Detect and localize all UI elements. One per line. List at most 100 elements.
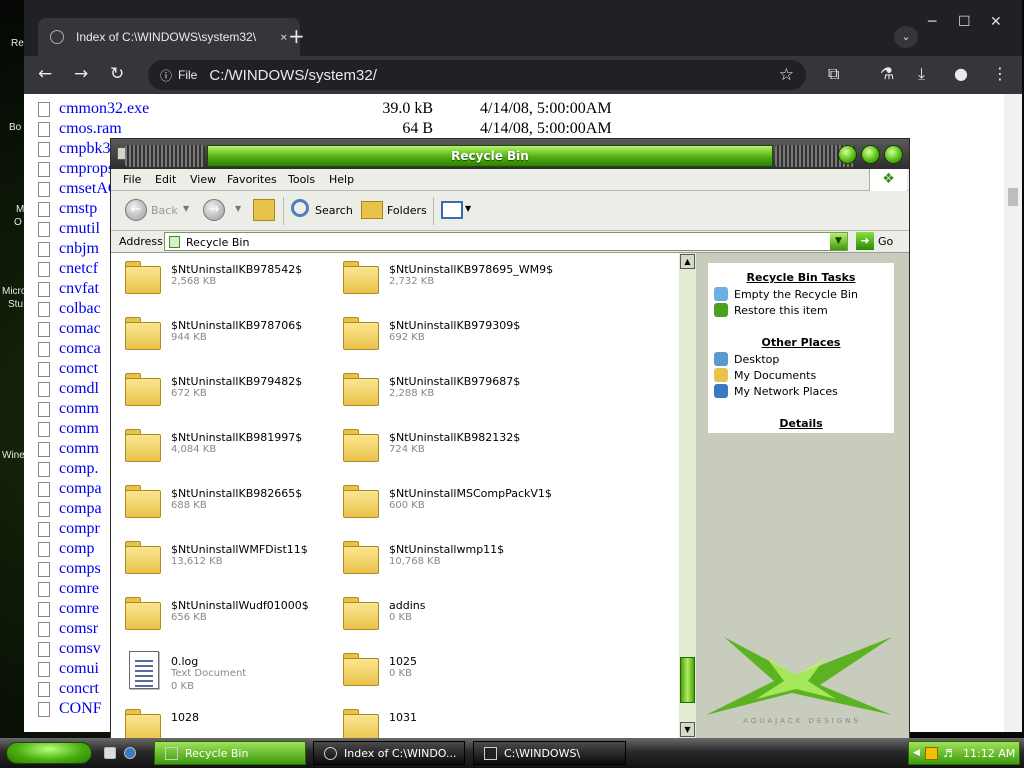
content-scrollbar[interactable]: ▲ ▼: [679, 253, 696, 739]
address-value[interactable]: Recycle Bin: [186, 236, 249, 249]
desktop-icon-label[interactable]: Stu: [8, 299, 23, 310]
folder-item[interactable]: $NtUninstallKB978706$ 944 KB: [115, 311, 325, 357]
download-icon[interactable]: ⤓: [918, 64, 925, 84]
page-scrollbar[interactable]: [1004, 94, 1022, 732]
clock[interactable]: 11:12 AM: [963, 742, 1015, 765]
folder-item[interactable]: $NtUninstallKB978695_WM9$ 2,732 KB: [333, 255, 553, 301]
file-link[interactable]: cmmon32.exe: [59, 100, 149, 118]
reload-button[interactable]: ↻: [110, 64, 124, 84]
close-button[interactable]: ✕: [990, 14, 1002, 30]
menu-edit[interactable]: Edit: [155, 173, 176, 186]
folder-item[interactable]: $NtUninstallKB979309$ 692 KB: [333, 311, 543, 357]
folder-item[interactable]: $NtUninstallWudf01000$ 656 KB: [115, 591, 325, 637]
scroll-up-arrow-icon[interactable]: ▲: [680, 254, 695, 269]
folder-item[interactable]: $NtUninstallKB978542$ 2,568 KB: [115, 255, 325, 301]
file-link[interactable]: comdl: [59, 380, 99, 398]
file-link[interactable]: cmos.ram: [59, 120, 122, 138]
desktop-icon-label[interactable]: Micro: [2, 286, 26, 297]
desktop-link[interactable]: Desktop: [734, 353, 779, 366]
internet-explorer-icon[interactable]: [124, 747, 136, 759]
go-button[interactable]: Go: [878, 235, 893, 248]
file-link[interactable]: comac: [59, 320, 101, 338]
empty-recycle-bin-link[interactable]: Empty the Recycle Bin: [734, 288, 858, 301]
folder-item[interactable]: $NtUninstallKB982665$ 688 KB: [115, 479, 325, 525]
file-link[interactable]: comui: [59, 660, 99, 678]
maximize-button[interactable]: ☐: [958, 14, 971, 30]
folder-item[interactable]: 1028: [115, 703, 325, 739]
folder-item[interactable]: $NtUninstallMSCompPackV1$ 600 KB: [333, 479, 552, 525]
scroll-thumb[interactable]: [1008, 188, 1018, 206]
views-icon[interactable]: [441, 201, 463, 219]
tab-search-button[interactable]: ⌄: [894, 26, 918, 48]
file-link[interactable]: concrt: [59, 680, 99, 698]
file-link[interactable]: colbac: [59, 300, 101, 318]
menu-help[interactable]: Help: [329, 173, 354, 186]
desktop-icon-label[interactable]: Wine: [2, 450, 25, 461]
folder-item[interactable]: $NtUninstallKB979687$ 2,288 KB: [333, 367, 543, 413]
folder-item[interactable]: 1025 0 KB: [333, 647, 543, 693]
other-places-heading[interactable]: Other Places: [708, 336, 894, 349]
desktop-icon-label[interactable]: Bo: [9, 122, 21, 133]
file-link[interactable]: comp: [59, 540, 95, 558]
file-link[interactable]: cnvfat: [59, 280, 99, 298]
scroll-down-arrow-icon[interactable]: ▼: [680, 722, 695, 737]
extensions-icon[interactable]: ⧉: [828, 64, 839, 84]
menu-tools[interactable]: Tools: [288, 173, 315, 186]
taskbar-browser[interactable]: Index of C:\WINDO...: [313, 741, 465, 765]
file-link[interactable]: comsv: [59, 640, 101, 658]
file-link[interactable]: comre: [59, 600, 99, 618]
scheme-chip[interactable]: File: [178, 68, 197, 82]
labs-icon[interactable]: ⚗: [880, 64, 894, 83]
minimize-button[interactable]: ─: [928, 14, 936, 30]
restore-item-link[interactable]: Restore this item: [734, 304, 828, 317]
start-button[interactable]: [6, 742, 92, 764]
file-link[interactable]: comp.: [59, 460, 99, 478]
folder-item[interactable]: addins 0 KB: [333, 591, 543, 637]
file-link[interactable]: comct: [59, 360, 98, 378]
desktop-icon-label[interactable]: O: [14, 217, 22, 228]
new-tab-button[interactable]: +: [288, 24, 305, 48]
file-link[interactable]: comca: [59, 340, 101, 358]
scroll-thumb[interactable]: [680, 657, 695, 703]
folder-item[interactable]: $NtUninstallKB979482$ 672 KB: [115, 367, 325, 413]
folder-item[interactable]: 1031: [333, 703, 543, 739]
file-link[interactable]: compa: [59, 480, 102, 498]
file-link[interactable]: cnbjm: [59, 240, 99, 258]
profile-icon[interactable]: ●: [954, 64, 968, 83]
file-link[interactable]: comre: [59, 580, 99, 598]
menu-view[interactable]: View: [190, 173, 216, 186]
file-link[interactable]: CONF: [59, 700, 102, 718]
address-bar[interactable]: ⓘ File C:/WINDOWS/system32/ ☆: [148, 60, 806, 90]
chevron-down-icon[interactable]: ▼: [235, 204, 241, 213]
maximize-button[interactable]: [861, 145, 880, 164]
file-link[interactable]: cmutil: [59, 220, 100, 238]
file-link[interactable]: comsr: [59, 620, 98, 638]
details-heading[interactable]: Details: [708, 417, 894, 430]
file-link[interactable]: cnetcf: [59, 260, 98, 278]
file-link[interactable]: cmstp: [59, 200, 97, 218]
my-network-places-link[interactable]: My Network Places: [734, 385, 838, 398]
minimize-button[interactable]: [838, 145, 857, 164]
chevron-down-icon[interactable]: ▼: [183, 204, 189, 213]
forward-button[interactable]: →: [74, 64, 88, 84]
forward-arrow-icon[interactable]: →: [203, 199, 225, 221]
desktop-icon-label[interactable]: Re: [11, 38, 24, 49]
show-desktop-icon[interactable]: [104, 747, 116, 759]
title-bar[interactable]: Recycle Bin: [111, 139, 909, 169]
folder-item[interactable]: $NtUninstallwmp11$ 10,768 KB: [333, 535, 543, 581]
up-folder-icon[interactable]: [253, 199, 275, 221]
file-link[interactable]: comm: [59, 440, 99, 458]
address-input[interactable]: Recycle Bin ▼: [164, 232, 848, 251]
file-link[interactable]: comm: [59, 420, 99, 438]
folders-icon[interactable]: [361, 201, 383, 219]
folder-item[interactable]: $NtUninstallKB982132$ 724 KB: [333, 423, 543, 469]
file-link[interactable]: comm: [59, 400, 99, 418]
file-link[interactable]: cmpbk3: [59, 140, 111, 158]
folder-item[interactable]: $NtUninstallKB981997$ 4,084 KB: [115, 423, 325, 469]
back-button[interactable]: Back: [151, 204, 178, 217]
back-arrow-icon[interactable]: ←: [125, 199, 147, 221]
volume-icon[interactable]: ♬: [943, 742, 953, 765]
go-arrow-icon[interactable]: ➜: [856, 232, 874, 250]
file-link[interactable]: compr: [59, 520, 100, 538]
security-shield-icon[interactable]: [925, 747, 938, 760]
